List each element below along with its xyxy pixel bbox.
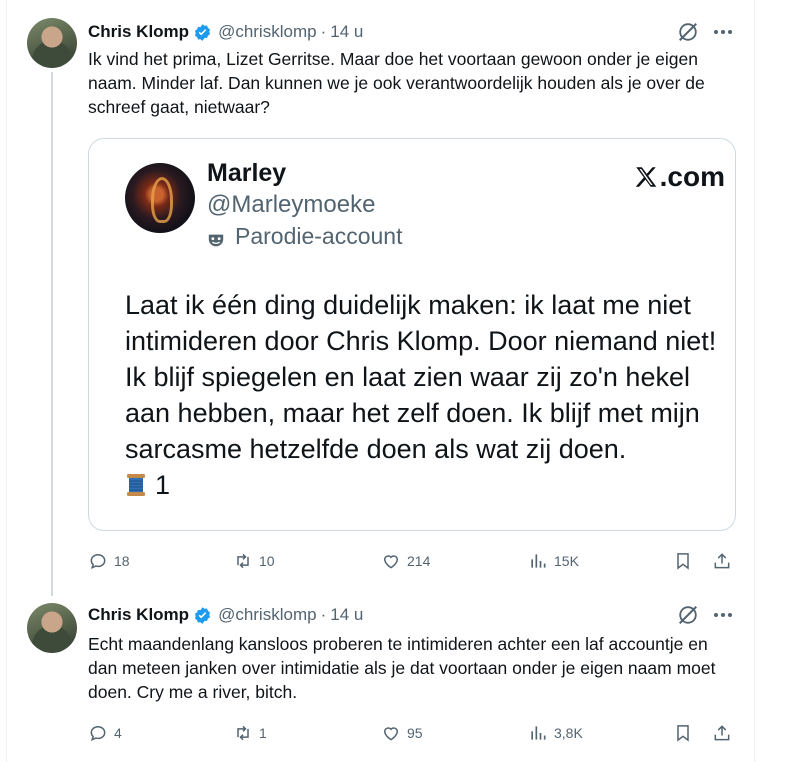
share-button[interactable]	[712, 723, 732, 743]
separator-dot: ·	[320, 22, 327, 41]
bookmark-icon	[677, 553, 689, 570]
share-icon	[714, 725, 730, 741]
card-body-text: Laat ik één ding duidelijk maken: ik laa…	[125, 290, 717, 464]
bookmark-icon	[677, 725, 689, 742]
reply-icon	[90, 725, 106, 742]
views-button[interactable]: 3,8K	[528, 723, 583, 743]
reply-button[interactable]: 18	[88, 551, 130, 571]
repost-button[interactable]: 1	[233, 723, 267, 743]
tweet-text: Echt maandenlang kansloos proberen te in…	[88, 634, 716, 702]
thread-connector-line	[51, 72, 53, 596]
view-count: 15K	[554, 553, 579, 569]
card-author-name: Marley	[207, 159, 287, 187]
like-icon	[383, 727, 399, 741]
like-button[interactable]: 214	[381, 551, 430, 571]
like-icon	[383, 555, 399, 569]
card-domain-text: .com	[659, 161, 725, 192]
author-handle[interactable]: @chrisklomp	[218, 605, 317, 625]
x-logo-icon	[633, 164, 659, 190]
views-icon	[531, 554, 546, 568]
verified-badge-icon	[193, 606, 212, 625]
repost-button[interactable]: 10	[233, 551, 275, 571]
more-icon[interactable]	[712, 21, 734, 43]
verified-badge-icon	[193, 23, 212, 42]
views-button[interactable]: 15K	[528, 551, 579, 571]
grok-icon[interactable]	[677, 21, 699, 43]
card-domain: .com	[633, 161, 725, 193]
tweet-text: Ik vind het prima, Lizet Gerritse. Maar …	[88, 49, 705, 117]
share-icon	[714, 553, 730, 569]
card-avatar	[125, 163, 195, 233]
view-count: 3,8K	[554, 725, 583, 741]
tweet-header: Chris Klomp @chrisklomp · 14 u	[88, 604, 363, 626]
repost-icon	[237, 553, 249, 569]
grok-icon[interactable]	[677, 604, 699, 626]
like-button[interactable]: 95	[381, 723, 423, 743]
parody-mask-icon	[207, 228, 225, 246]
like-count: 95	[407, 725, 423, 741]
more-icon[interactable]	[712, 604, 734, 626]
repost-icon	[237, 725, 249, 741]
quoted-card[interactable]: Marley @Marleymoeke Parodie-account .com…	[88, 138, 736, 531]
author-handle[interactable]: @chrisklomp	[218, 22, 317, 42]
tweet-header: Chris Klomp @chrisklomp · 14 u	[88, 21, 363, 43]
spool-icon	[125, 470, 147, 496]
author-name[interactable]: Chris Klomp	[88, 22, 189, 42]
avatar[interactable]	[27, 18, 77, 68]
reply-count: 18	[114, 553, 130, 569]
parody-label-text: Parodie-account	[235, 223, 403, 249]
tweet-actions: 4 1 95 3,8K	[88, 721, 738, 745]
timestamp[interactable]: 14 u	[330, 22, 363, 42]
timestamp[interactable]: 14 u	[330, 605, 363, 625]
like-count: 214	[407, 553, 431, 569]
parody-label: Parodie-account	[207, 223, 403, 250]
spool-count: 1	[155, 470, 171, 500]
repost-count: 1	[259, 725, 267, 741]
card-author-handle: @Marleymoeke	[207, 191, 376, 218]
reply-count: 4	[114, 725, 122, 741]
spool-line: 1	[125, 467, 735, 503]
tweet-actions: 18 10 214 15K	[88, 549, 738, 573]
separator-dot: ·	[320, 605, 327, 624]
avatar[interactable]	[27, 603, 77, 653]
author-name[interactable]: Chris Klomp	[88, 605, 189, 625]
card-body: Laat ik één ding duidelijk maken: ik laa…	[125, 287, 735, 503]
reply-icon	[90, 553, 106, 570]
repost-count: 10	[259, 553, 275, 569]
bookmark-button[interactable]	[673, 551, 693, 571]
share-button[interactable]	[712, 551, 732, 571]
views-icon	[531, 726, 546, 740]
reply-button[interactable]: 4	[88, 723, 122, 743]
bookmark-button[interactable]	[673, 723, 693, 743]
